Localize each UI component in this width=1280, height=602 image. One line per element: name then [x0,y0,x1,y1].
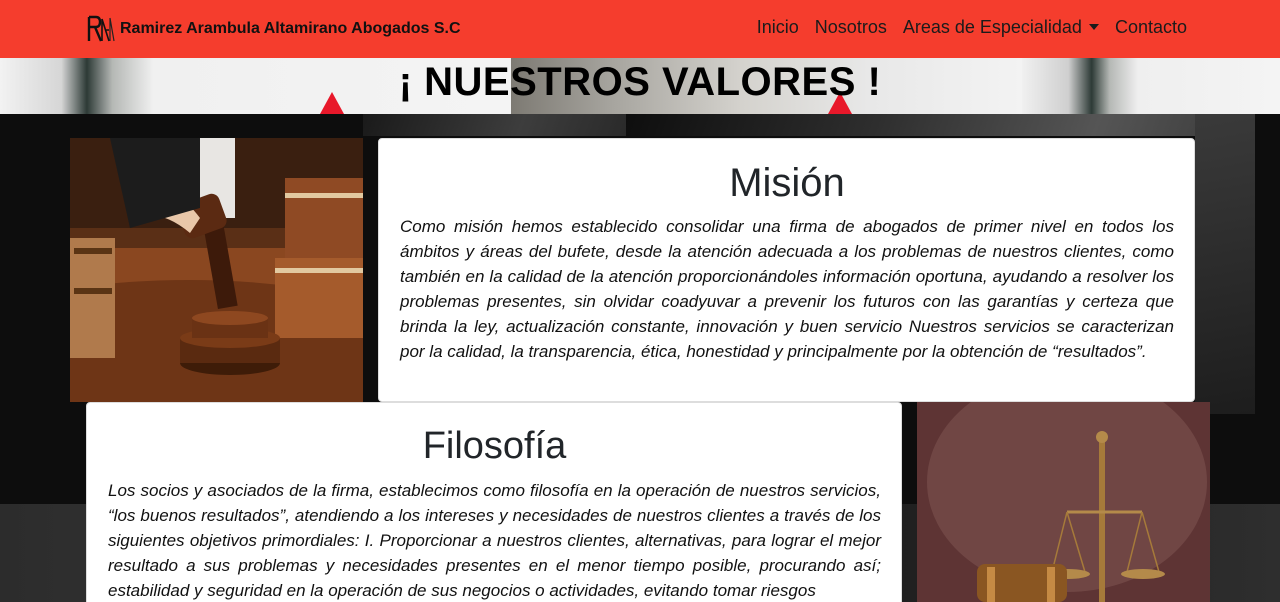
background-stripe [363,114,626,136]
nav-dropdown-areas[interactable]: Areas de Especialidad [903,17,1099,38]
gavel-image [70,138,363,402]
filosofia-card: Filosofía Los socios y asociados de la f… [86,402,902,602]
nav-link-inicio[interactable]: Inicio [757,17,799,38]
mision-card: Misión Como misión hemos establecido con… [378,138,1195,402]
filosofia-title: Filosofía [422,425,567,467]
nav-link-nosotros[interactable]: Nosotros [815,17,887,38]
firm-logo-icon [85,14,117,44]
nav-menu: Inicio Nosotros Areas de Especialidad Co… [741,17,1187,38]
brand[interactable]: Ramirez Arambula Altamirano Abogados S.C [85,14,461,44]
filosofia-text: Los socios y asociados de la firma, esta… [108,481,881,600]
values-banner: ¡ NUESTROS VALORES ! [0,58,1280,114]
nav-link-contacto[interactable]: Contacto [1115,17,1187,38]
background-stripe [626,114,1252,136]
mision-text: Como misión hemos establecido consolidar… [400,217,1174,361]
page-title: ¡ NUESTROS VALORES ! [398,60,882,104]
chevron-down-icon [1088,24,1099,30]
scales-of-justice-image [917,402,1210,602]
navbar: Ramirez Arambula Altamirano Abogados S.C… [0,0,1280,58]
brand-name: Ramirez Arambula Altamirano Abogados S.C [120,20,461,37]
mision-title: Misión [729,161,845,205]
nav-dropdown-areas-label: Areas de Especialidad [902,17,1082,37]
background-stripe [1195,114,1255,414]
